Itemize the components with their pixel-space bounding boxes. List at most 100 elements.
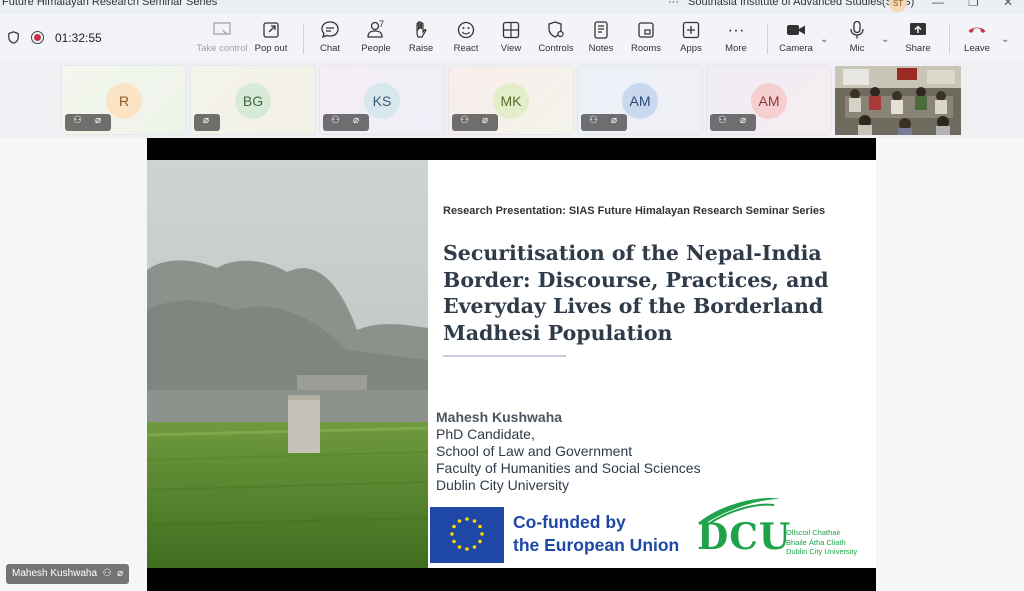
meeting-timer: 01:32:55	[55, 31, 102, 45]
mic-options-chevron-icon[interactable]: ⌄	[881, 34, 889, 45]
close-icon[interactable]: ✕	[1003, 0, 1013, 9]
leave-label: Leave	[964, 43, 990, 54]
people-count: 7	[379, 19, 385, 29]
maximize-icon[interactable]: ❐	[968, 0, 979, 9]
avatar: R	[106, 83, 142, 119]
participant-tile[interactable]: R ⚇ ⌀	[62, 66, 186, 134]
dcu-name-line: Ollscoil Chathair	[786, 528, 841, 537]
border-pillar-photo	[147, 160, 428, 568]
smiley-icon	[457, 21, 475, 39]
more-dots-icon[interactable]: ···	[668, 0, 679, 8]
pinned-icon: ⚇	[460, 115, 469, 126]
mic-button[interactable]: Mic	[829, 20, 885, 54]
rooms-label: Rooms	[630, 43, 662, 54]
participant-tile[interactable]: BG ⌀	[191, 66, 315, 134]
dcu-wordmark: DCU	[697, 516, 792, 558]
author-line: Dublin City University	[436, 477, 570, 493]
avatar: KS	[364, 83, 400, 119]
pop-out-button[interactable]: Pop out	[243, 20, 299, 54]
camera-button[interactable]: Camera	[768, 20, 824, 54]
presenter-name: Mahesh Kushwaha	[12, 568, 98, 579]
grid-view-icon	[502, 21, 520, 39]
breakout-rooms-icon	[638, 22, 654, 38]
avatar: AM	[622, 83, 658, 119]
eu-text-line: Co-funded by	[513, 512, 626, 532]
chat-icon	[321, 21, 339, 39]
window-title: Future Himalayan Research Seminar Series	[2, 0, 218, 8]
screen-control-icon	[213, 22, 231, 37]
field-landscape-image	[147, 160, 428, 568]
presenter-name-chip: Mahesh Kushwaha ⚇ ⌀	[6, 564, 130, 584]
eu-flag-icon	[430, 507, 504, 563]
mic-muted-icon: ⌀	[95, 115, 102, 126]
mic-muted-icon: ⌀	[114, 568, 124, 579]
take-control-button[interactable]: Take control	[194, 20, 250, 54]
controls-label: Controls	[538, 43, 574, 54]
author-line: Faculty of Humanities and Social Science…	[436, 460, 701, 476]
pinned-icon: ⚇	[73, 115, 82, 126]
participant-tile[interactable]: MK ⚇ ⌀	[449, 66, 573, 134]
share-screen-icon	[910, 23, 926, 35]
hang-up-phone-icon	[968, 27, 986, 33]
people-label: People	[361, 43, 391, 54]
share-button[interactable]: Share	[890, 20, 946, 54]
pop-out-icon	[263, 22, 279, 38]
mic-muted-icon: ⌀	[353, 115, 360, 126]
shield-icon[interactable]	[8, 31, 19, 44]
author-line: School of Law and Government	[436, 443, 633, 459]
microphone-icon	[850, 20, 864, 39]
participant-status-chip: ⚇ ⌀	[323, 114, 369, 131]
avatar: BG	[235, 83, 271, 119]
organization-name: Southasia Institute of Advanced Studies(…	[688, 0, 915, 8]
leave-options-chevron-icon[interactable]: ⌄	[1001, 34, 1009, 45]
pinned-icon: ⚇	[331, 115, 340, 126]
chat-label: Chat	[319, 43, 341, 54]
avatar: AM	[751, 83, 787, 119]
dcu-name-line: Bhaile Átha Cliath	[786, 537, 846, 547]
pop-out-label: Pop out	[254, 43, 288, 54]
participant-status-chip: ⚇ ⌀	[710, 114, 756, 131]
participant-tile[interactable]: AM ⚇ ⌀	[578, 66, 702, 134]
shield-settings-icon	[548, 21, 564, 38]
view-label: View	[500, 43, 522, 54]
participant-status-chip: ⚇ ⌀	[452, 114, 498, 131]
notes-icon	[594, 21, 608, 39]
mic-label: Mic	[849, 43, 865, 54]
minimize-icon[interactable]: —	[932, 0, 944, 9]
participant-tile[interactable]: AM ⚇ ⌀	[707, 66, 831, 134]
slide-title-line: Madhesi Population	[443, 320, 673, 345]
slide-heading: Research Presentation: SIAS Future Himal…	[443, 205, 826, 217]
account-avatar[interactable]: ST	[889, 0, 907, 12]
apps-label: Apps	[680, 43, 702, 54]
dcu-full-name: Ollscoil Chathair Bhaile Átha Cliath Dub…	[786, 528, 857, 557]
mic-muted-icon: ⌀	[482, 115, 489, 126]
raise-hand-icon	[416, 21, 427, 38]
author-name: Mahesh Kushwaha	[436, 409, 563, 425]
pinned-icon: ⚇	[718, 115, 727, 126]
react-label: React	[453, 43, 479, 54]
more-button[interactable]: ··· More	[708, 20, 764, 54]
dcu-name-line: Dublin City University	[786, 547, 858, 556]
mic-muted-icon: ⌀	[203, 115, 210, 126]
take-control-label: Take control	[196, 43, 248, 54]
eu-funding-text: Co-funded by the European Union	[513, 511, 679, 557]
camera-options-chevron-icon[interactable]: ⌄	[820, 34, 828, 45]
dcu-logo: DCU Ollscoil Chathair Bhaile Átha Cliath…	[692, 493, 876, 568]
room-camera-feed-image	[835, 66, 961, 135]
participant-tile[interactable]: KS ⚇ ⌀	[320, 66, 444, 134]
author-block: Mahesh Kushwaha PhD Candidate, School of…	[436, 409, 701, 494]
camera-label: Camera	[779, 43, 813, 54]
author-line: PhD Candidate,	[436, 426, 535, 442]
mic-muted-icon: ⌀	[611, 115, 618, 126]
recording-icon	[31, 31, 44, 44]
slide-title-line: Securitisation of the Nepal-India	[443, 241, 822, 265]
participant-status-chip: ⌀	[194, 114, 220, 131]
video-camera-icon	[787, 25, 805, 35]
slide-title-line: Everyday Lives of the Borderland	[443, 294, 824, 318]
slide-content: Research Presentation: SIAS Future Himal…	[147, 160, 876, 568]
leave-button[interactable]: Leave	[949, 20, 1005, 54]
more-label: More	[725, 43, 747, 54]
pinned-icon: ⚇	[99, 568, 112, 579]
room-camera-video[interactable]	[835, 66, 961, 135]
presentation-slide: Research Presentation: SIAS Future Himal…	[147, 138, 876, 591]
